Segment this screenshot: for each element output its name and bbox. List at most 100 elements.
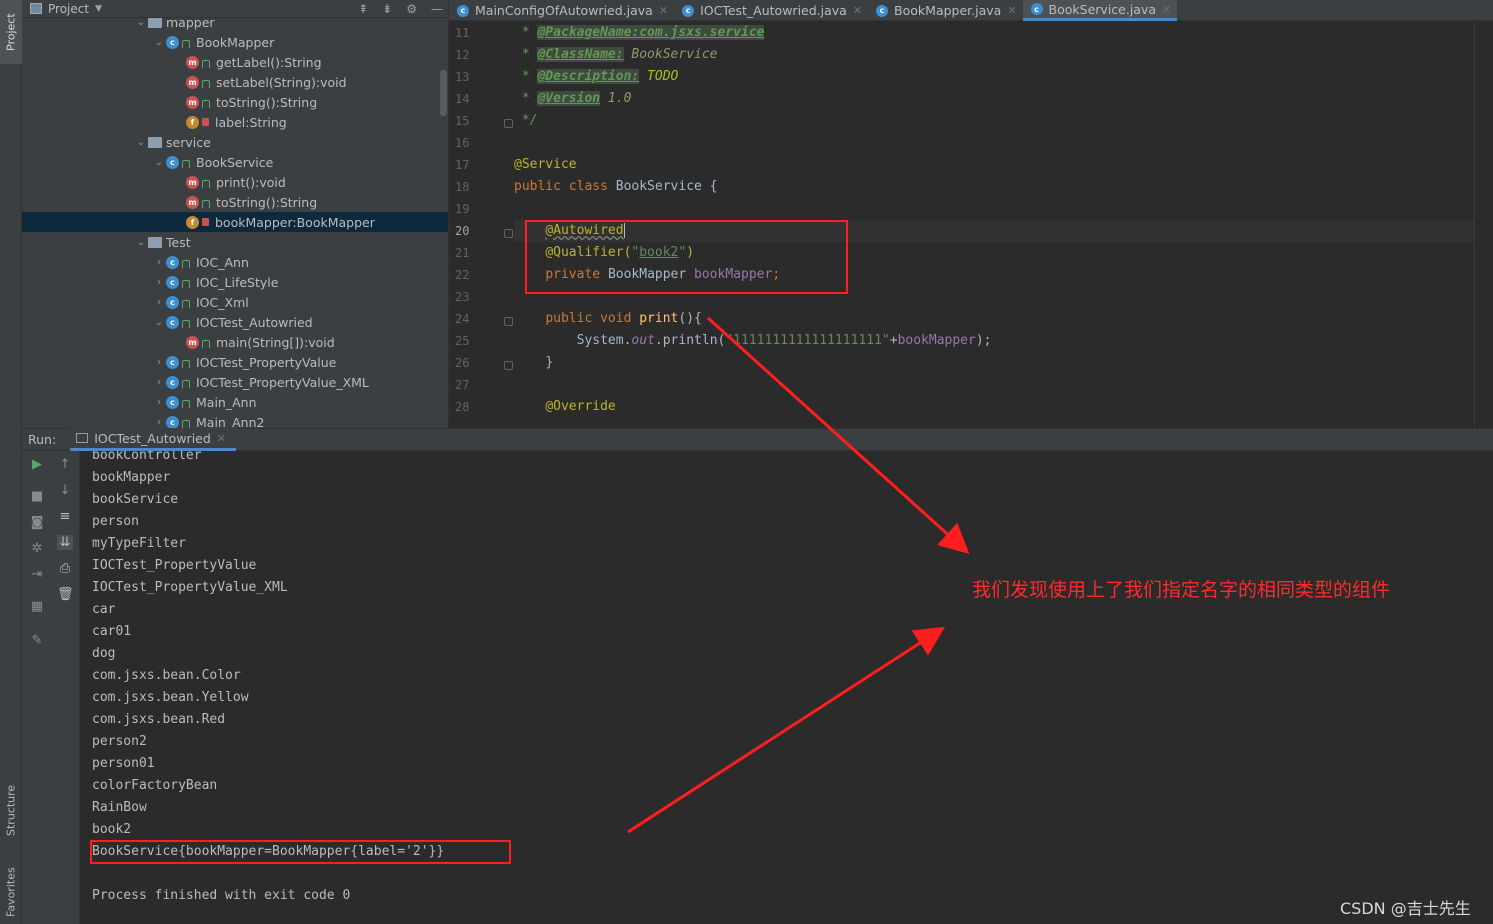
tree-item[interactable]: m toString():String	[22, 192, 448, 212]
trash-icon[interactable]: 🗑	[57, 587, 74, 602]
chevron-right-icon[interactable]: ›	[152, 297, 166, 308]
class-icon: c	[166, 375, 179, 389]
fold-marker-icon[interactable]	[504, 119, 513, 128]
tree-item-label: Main_Ann	[196, 394, 257, 410]
chevron-down-icon[interactable]: ⌄	[134, 17, 148, 28]
exit-icon[interactable]: ⇥	[29, 567, 45, 582]
layout-icon[interactable]: ▦	[29, 599, 45, 614]
chevron-right-icon[interactable]: ›	[152, 397, 166, 408]
chevron-down-icon[interactable]: ⌄	[134, 137, 148, 148]
print-icon[interactable]: ⎙	[57, 561, 73, 576]
close-icon[interactable]: ✕	[1007, 4, 1016, 17]
project-tree: ⌄ mapper ⌄ c BookMapper m getLabel():String m se…	[22, 12, 448, 429]
tree-item[interactable]: m getLabel():String	[22, 52, 448, 72]
line-number: 13	[455, 70, 470, 84]
tree-item[interactable]: m print():void	[22, 172, 448, 192]
line-number: 26	[455, 356, 470, 370]
chevron-down-icon[interactable]: ⌄	[134, 237, 148, 248]
tree-item[interactable]: › c IOCTest_PropertyValue	[22, 352, 448, 372]
public-visibility-icon	[202, 80, 210, 88]
run-tab[interactable]: IOCTest_Autowried ✕	[70, 428, 237, 451]
tree-item[interactable]: ⌄ Test	[22, 232, 448, 252]
tree-item-label: main(String[]):void	[216, 334, 335, 350]
tree-item[interactable]: m toString():String	[22, 92, 448, 112]
minimize-icon[interactable]: —	[431, 2, 443, 16]
tree-item[interactable]: › c Main_Ann	[22, 392, 448, 412]
arrow-down-icon[interactable]: ↓	[57, 483, 73, 498]
public-visibility-icon	[182, 40, 190, 48]
project-panel-title[interactable]: Project	[48, 2, 89, 16]
structure-tool-tab[interactable]: Structure	[0, 770, 22, 850]
tree-item[interactable]: › c IOC_Xml	[22, 292, 448, 312]
fold-marker-icon[interactable]	[504, 229, 513, 238]
dropdown-arrow-icon[interactable]: ▼	[95, 4, 102, 14]
chevron-right-icon[interactable]: ›	[152, 277, 166, 288]
class-icon: c	[876, 4, 889, 17]
chevron-down-icon[interactable]: ⌄	[152, 37, 166, 48]
chevron-down-icon[interactable]: ⌄	[152, 157, 166, 168]
console-line: com.jsxs.bean.Red	[92, 712, 226, 727]
favorites-tool-tab[interactable]: Favorites	[0, 860, 22, 924]
method-icon: m	[186, 55, 199, 69]
soft-wrap-icon[interactable]: ≡	[57, 509, 73, 524]
close-icon[interactable]: ✕	[217, 432, 226, 445]
close-icon[interactable]: ✕	[853, 4, 862, 17]
close-icon[interactable]: ✕	[659, 4, 668, 17]
console-line: RainBow	[92, 800, 147, 815]
project-scrollbar[interactable]	[440, 70, 447, 116]
pin-icon[interactable]: ✎	[29, 633, 45, 648]
line-number: 24	[455, 312, 470, 326]
editor-tab[interactable]: c BookService.java ✕	[1022, 0, 1178, 21]
arrow-up-icon[interactable]: ↑	[57, 457, 73, 472]
rerun-icon[interactable]: ▶	[29, 457, 45, 472]
console-line: person01	[92, 756, 155, 771]
line-number: 20	[455, 224, 470, 238]
tree-item[interactable]: m setLabel(String):void	[22, 72, 448, 92]
chevron-right-icon[interactable]: ›	[152, 417, 166, 428]
tree-item-label: Main_Ann2	[196, 414, 265, 429]
stop-icon[interactable]: ■	[29, 489, 45, 504]
method-icon: m	[186, 195, 199, 209]
tree-item[interactable]: ⌄ c IOCTest_Autowried	[22, 312, 448, 332]
chevron-down-icon[interactable]: ⌄	[152, 317, 166, 328]
tree-item[interactable]: ⌄ service	[22, 132, 448, 152]
editor-tab[interactable]: c IOCTest_Autowried.java ✕	[674, 0, 868, 21]
code-line-11: * @PackageName:com.jsxs.service	[514, 25, 765, 40]
tree-item[interactable]: › c IOC_Ann	[22, 252, 448, 272]
gear-icon[interactable]: ⚙	[406, 2, 417, 16]
method-icon: m	[186, 75, 199, 89]
code-line-25: System.out.println("1111111111111111111"…	[576, 333, 992, 348]
tree-item[interactable]: f label:String	[22, 112, 448, 132]
tree-item[interactable]: m main(String[]):void	[22, 332, 448, 352]
tree-item[interactable]: › c IOCTest_PropertyValue_XML	[22, 372, 448, 392]
tree-item[interactable]: ⌄ c BookMapper	[22, 32, 448, 52]
scroll-to-end-icon[interactable]: ⇊	[57, 535, 73, 550]
close-icon[interactable]: ✕	[1162, 3, 1171, 16]
editor-tab[interactable]: c BookMapper.java ✕	[868, 0, 1023, 21]
expand-all-icon[interactable]: ⇞	[358, 2, 368, 16]
class-icon: c	[166, 315, 179, 329]
chevron-right-icon[interactable]: ›	[152, 257, 166, 268]
console-line: bookController	[92, 451, 202, 463]
folder-icon	[148, 236, 162, 248]
highlight-box-code	[525, 220, 848, 294]
public-visibility-icon	[182, 320, 190, 328]
code-line-28: @Override	[545, 399, 616, 414]
fold-marker-icon[interactable]	[504, 317, 513, 326]
editor-tab[interactable]: c MainConfigOfAutowried.java ✕	[449, 0, 674, 21]
debug-icon[interactable]: ✲	[29, 541, 45, 556]
tree-item-label: toString():String	[216, 94, 318, 110]
console-line: car01	[92, 624, 132, 639]
tree-item[interactable]: f bookMapper:BookMapper	[22, 212, 448, 232]
chevron-right-icon[interactable]: ›	[152, 377, 166, 388]
chevron-right-icon[interactable]: ›	[152, 357, 166, 368]
project-panel: ⌄ mapper ⌄ c BookMapper m getLabel():String m se…	[22, 0, 449, 428]
tree-item[interactable]: › c Main_Ann2	[22, 412, 448, 429]
camera-icon[interactable]: ◙	[29, 515, 45, 530]
tree-item[interactable]: ⌄ c BookService	[22, 152, 448, 172]
collapse-all-icon[interactable]: ⇟	[382, 2, 392, 16]
fold-marker-icon[interactable]	[504, 361, 513, 370]
project-tool-tab[interactable]: Project	[0, 0, 22, 64]
line-number: 22	[455, 268, 470, 282]
tree-item[interactable]: › c IOC_LifeStyle	[22, 272, 448, 292]
